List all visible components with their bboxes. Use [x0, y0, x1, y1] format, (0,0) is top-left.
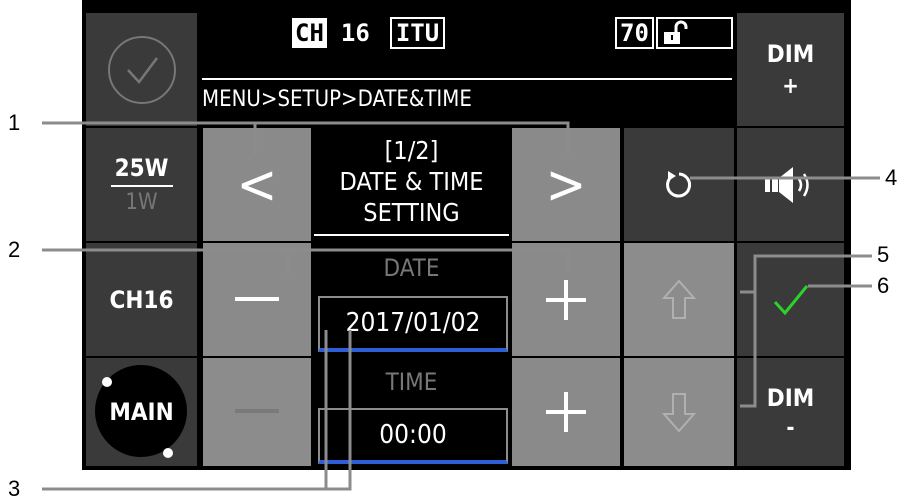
- callout-2-line-right: [288, 248, 570, 272]
- callout-leader-lines: [42, 121, 880, 491]
- callout-2: 2: [8, 237, 21, 262]
- callout-5-line-down: [740, 292, 757, 408]
- callout-1: 1: [8, 110, 21, 135]
- callout-4: 4: [885, 165, 898, 190]
- callout-3-line-date: [42, 330, 352, 491]
- callout-6: 6: [877, 273, 890, 298]
- callout-5: 5: [877, 242, 890, 267]
- callout-1-line-right: [255, 121, 570, 155]
- callout-2-line-left: [42, 248, 290, 275]
- callout-1-line-left: [42, 121, 257, 155]
- callout-3: 3: [8, 476, 21, 501]
